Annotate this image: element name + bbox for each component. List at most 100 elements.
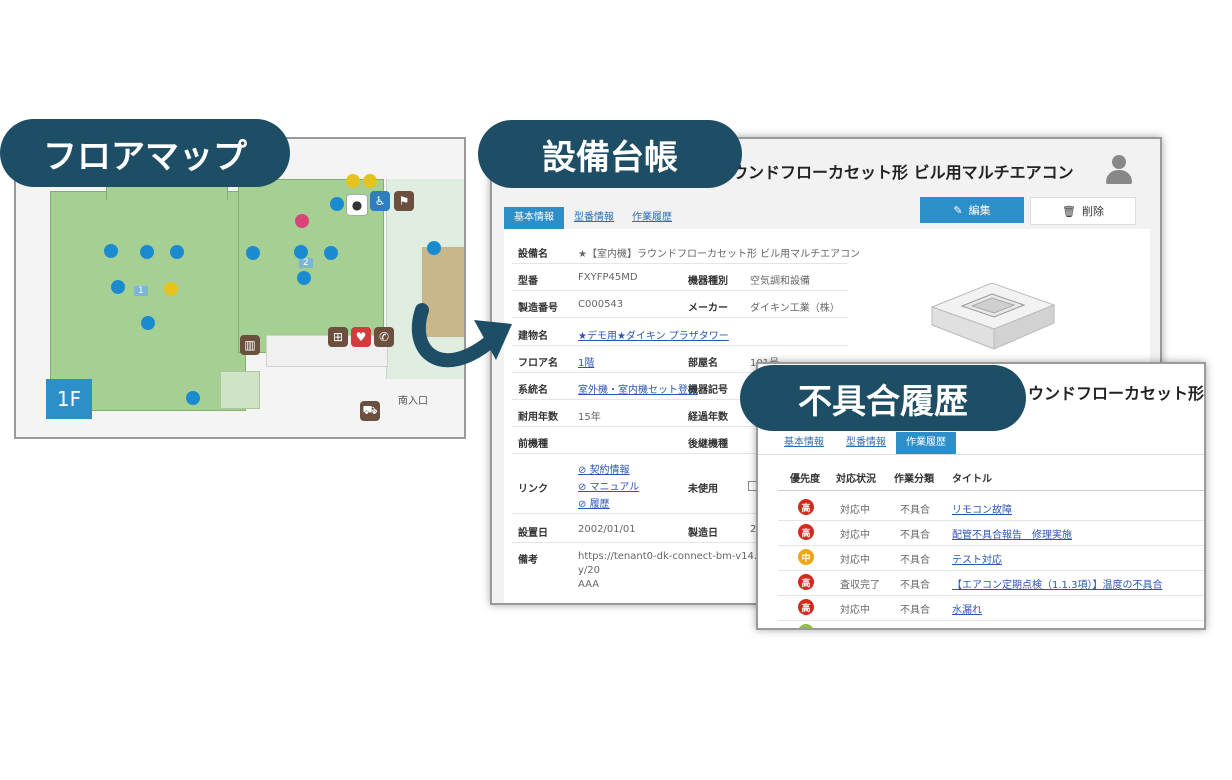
priority-badge: 高	[798, 599, 814, 615]
pencil-icon: ✎	[953, 203, 963, 217]
air-conditioner-image	[922, 269, 1062, 359]
title-link[interactable]: 【エアコン定期点検（1.1.3項）】温度の不具合	[952, 576, 1162, 591]
column-header-type[interactable]: 作業分類	[894, 470, 934, 485]
field-label: 型番	[518, 276, 538, 287]
title-link[interactable]: 配管不具合報告 修理実施	[952, 526, 1072, 541]
equipment-dot[interactable]	[186, 391, 200, 405]
type-cell: 不具合	[900, 530, 930, 541]
field-label: 前機種	[518, 439, 548, 450]
field-label: 設置日	[518, 528, 548, 539]
field-label: リンク	[518, 484, 548, 495]
manual-link-label: マニュアル	[589, 482, 640, 493]
equipment-dot[interactable]	[427, 241, 441, 255]
install-value: 2002/01/01	[578, 524, 636, 535]
delete-button[interactable]: 🗑 削除	[1030, 197, 1136, 225]
table-row[interactable]: 高 対応中 不具合 水漏れ	[778, 596, 1204, 621]
edit-button[interactable]: ✎ 編集	[920, 197, 1024, 223]
equipment-dot[interactable]	[295, 214, 309, 228]
entrance-label: 南入口	[398, 396, 428, 407]
column-header-title[interactable]: タイトル	[952, 470, 992, 485]
field-label: 設備名	[518, 249, 548, 260]
history-link[interactable]: ⊘ 履歴	[578, 495, 610, 510]
manual-link[interactable]: ⊘ マニュアル	[578, 478, 639, 493]
equipment-dot[interactable]	[104, 244, 118, 258]
link-icon: ⊘	[578, 465, 590, 476]
title-link[interactable]: テスト対応	[952, 551, 1002, 566]
field-label: 機器記号	[688, 385, 728, 396]
equipment-dot[interactable]	[330, 197, 344, 211]
category-value: 空気調和設備	[750, 276, 810, 287]
equipment-dot[interactable]	[170, 245, 184, 259]
equipment-dot[interactable]	[246, 246, 260, 260]
table-row[interactable]: 高 対応中 不具合 リモコン故障	[778, 496, 1204, 521]
equipment-dot[interactable]	[164, 282, 178, 296]
table-row[interactable]: 中 対応中 不具合 テスト対応	[778, 546, 1204, 571]
equipment-dot[interactable]	[297, 271, 311, 285]
column-header-status[interactable]: 対応状況	[836, 470, 876, 485]
defect-history-label: 不具合履歴	[740, 365, 1026, 431]
type-cell: 不具合	[900, 555, 930, 566]
title-link[interactable]: リモコン故障	[952, 501, 1012, 516]
type-cell: 不具合	[900, 605, 930, 616]
table-row[interactable]: 高 対応中 不具合 配管不具合報告 修理実施	[778, 521, 1204, 546]
priority-badge: 中	[798, 549, 814, 565]
equipment-dot[interactable]	[294, 245, 308, 259]
bag-icon: ⚑	[394, 191, 414, 211]
tab-model-info[interactable]: 型番情報	[564, 207, 624, 229]
type-cell: 不具合	[900, 505, 930, 516]
title-link[interactable]: 居室内の吹出しが寒いと申告あり	[952, 626, 1102, 628]
field-label: フロア名	[518, 358, 558, 369]
priority-badge: 高	[798, 574, 814, 590]
floor-link[interactable]: 1階	[578, 354, 594, 369]
link-icon: ⊘	[578, 482, 590, 493]
note-line-2: y/20	[578, 565, 601, 576]
equipment-name-value: ★【室内機】ラウンドフローカセット形 ビル用マルチエアコン	[578, 249, 861, 260]
field-label: メーカー	[688, 303, 728, 314]
tab-basic-info[interactable]: 基本情報	[774, 432, 834, 454]
note-line-3: AAA	[578, 579, 600, 590]
floor-area-small	[220, 371, 260, 409]
title-link[interactable]: 水漏れ	[952, 601, 982, 616]
tab-model-info[interactable]: 型番情報	[836, 432, 896, 454]
floor-badge[interactable]: 1F	[46, 379, 92, 419]
room-2-label: 2	[299, 258, 313, 268]
field-label: 後継機種	[688, 439, 728, 450]
field-label: 部屋名	[688, 358, 718, 369]
status-cell: 査収完了	[840, 580, 880, 591]
edit-button-label: 編集	[968, 204, 991, 217]
equipment-dot[interactable]	[140, 245, 154, 259]
serial-value: C000543	[578, 299, 624, 310]
history-title: ウンドフローカセット形	[1028, 384, 1205, 403]
equipment-dot[interactable]	[141, 316, 155, 330]
floor-map-label: フロアマップ	[0, 119, 290, 187]
tab-basic-info[interactable]: 基本情報	[504, 207, 564, 229]
status-cell: 対応中	[840, 555, 870, 566]
user-avatar-icon[interactable]	[1104, 153, 1134, 185]
field-label: 経過年数	[688, 412, 728, 423]
ledger-title: ウンドフローカセット形 ビル用マルチエアコン	[732, 163, 1074, 182]
table-row[interactable]: 高 査収完了 不具合 【エアコン定期点検（1.1.3項）】温度の不具合	[778, 571, 1204, 596]
column-header-priority[interactable]: 優先度	[790, 470, 820, 485]
field-label: 耐用年数	[518, 412, 558, 423]
field-label: 機器種別	[688, 276, 728, 287]
system-link[interactable]: 室外機・室内機セット登録	[578, 381, 698, 396]
field-label: 系統名	[518, 385, 548, 396]
equipment-dot[interactable]	[111, 280, 125, 294]
contract-link[interactable]: ⊘ 契約情報	[578, 461, 630, 476]
equipment-dot[interactable]	[363, 174, 377, 188]
status-cell: 対応中	[840, 530, 870, 541]
building-link[interactable]: ★デモ用★ダイキン プラザタワー	[578, 327, 729, 342]
tab-work-history[interactable]: 作業履歴	[896, 432, 956, 454]
table-row[interactable]: 低査収完了 問い合わせ居室内の吹出しが寒いと申告あり	[778, 621, 1204, 628]
tab-work-history[interactable]: 作業履歴	[622, 207, 682, 229]
priority-badge: 高	[798, 499, 814, 515]
link-icon: ⊘	[578, 499, 590, 510]
toilet-icon: ●	[346, 194, 368, 216]
equipment-dot[interactable]	[346, 174, 360, 188]
floor-area-1[interactable]	[50, 191, 246, 411]
accessible-icon: ♿	[370, 191, 390, 211]
arrow-icon	[411, 303, 512, 368]
priority-badge: 高	[798, 524, 814, 540]
equipment-dot[interactable]	[324, 246, 338, 260]
maker-value: ダイキン工業（株）	[750, 303, 840, 314]
